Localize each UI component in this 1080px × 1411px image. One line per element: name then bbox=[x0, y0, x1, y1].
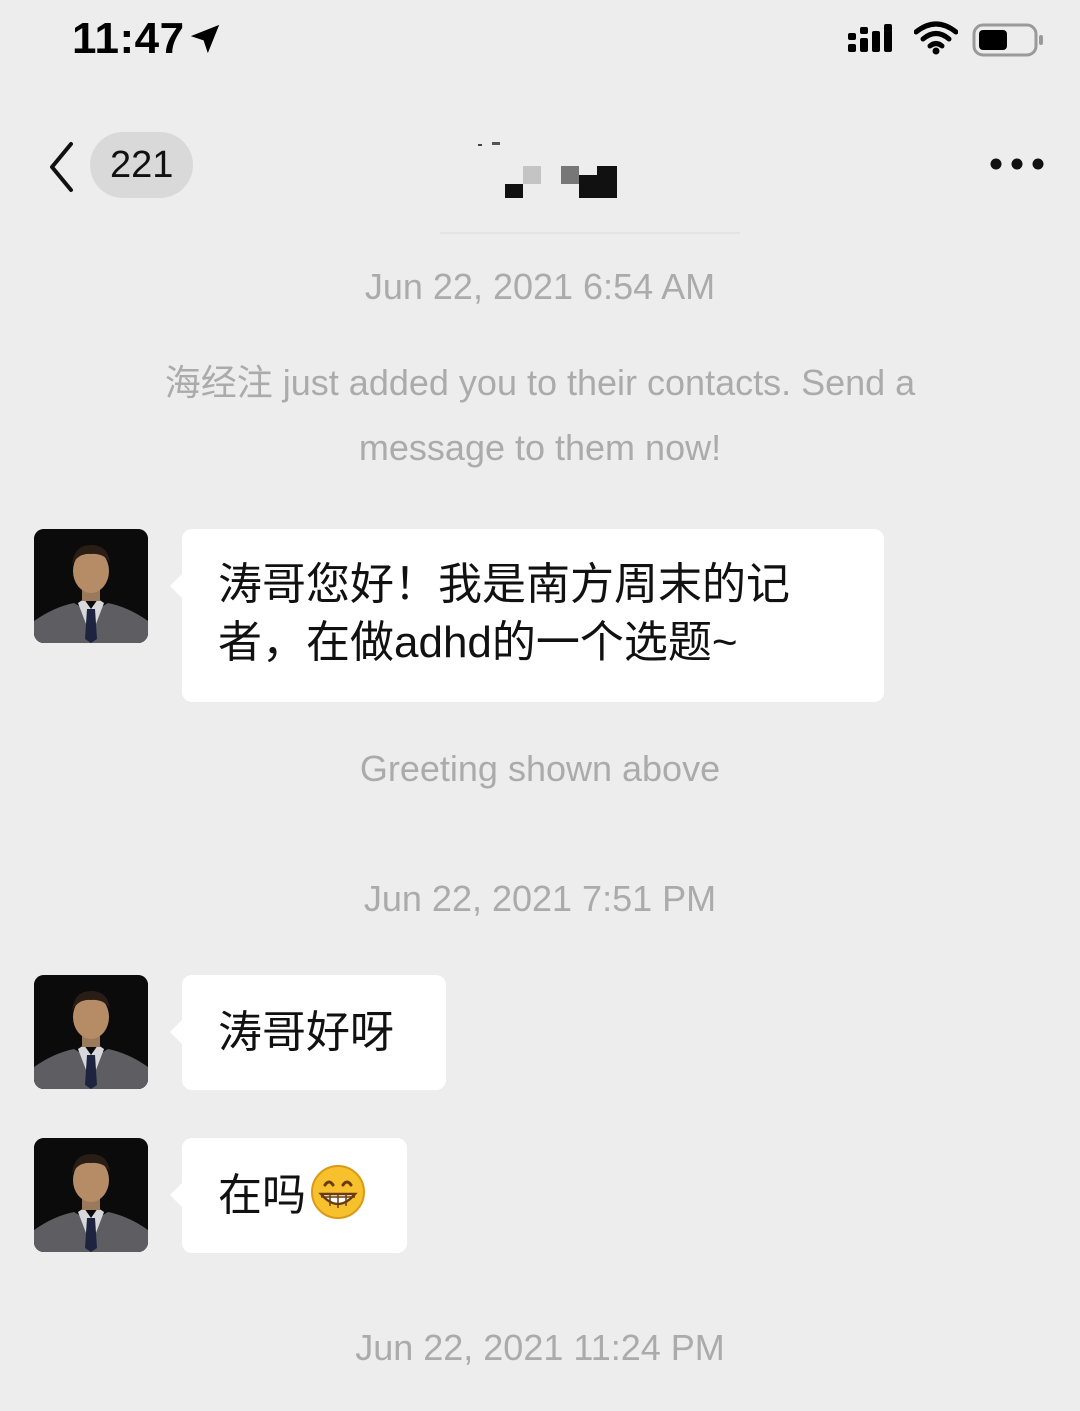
more-dots-icon[interactable] bbox=[984, 144, 1050, 184]
message-bubble[interactable]: 在吗 bbox=[170, 1138, 407, 1253]
status-bar: 11:47 bbox=[0, 0, 1080, 80]
wifi-icon bbox=[914, 21, 958, 55]
timestamp: Jun 22, 2021 7:51 PM bbox=[363, 878, 717, 919]
avatar-portrait bbox=[34, 975, 148, 1089]
cellular-signal-icon bbox=[848, 24, 892, 52]
system-note: 海经注 just added you to their contacts. Se… bbox=[164, 362, 916, 468]
avatar-portrait bbox=[34, 529, 148, 643]
message-text: 涛哥您好！我是南方周末的记者，在做adhd的一个选题~ bbox=[218, 560, 790, 667]
avatar[interactable] bbox=[34, 975, 148, 1089]
location-arrow-icon bbox=[190, 24, 220, 54]
avatar-portrait bbox=[34, 1138, 148, 1252]
back-button[interactable]: 221 bbox=[38, 132, 208, 202]
message-text: 在吗 bbox=[218, 1171, 306, 1220]
grinning-face-emoji-icon bbox=[311, 1165, 365, 1219]
battery-icon bbox=[972, 23, 1043, 57]
avatar[interactable] bbox=[34, 529, 148, 643]
chevron-left-icon bbox=[50, 142, 73, 192]
unread-count-badge: 221 bbox=[90, 132, 194, 198]
status-time: 11:47 bbox=[72, 14, 185, 63]
timestamp: Jun 22, 2021 11:24 PM bbox=[355, 1327, 725, 1368]
message-bubble[interactable]: 涛哥您好！我是南方周末的记者，在做adhd的一个选题~ bbox=[170, 529, 884, 702]
header-divider bbox=[440, 232, 740, 234]
avatar[interactable] bbox=[34, 1138, 148, 1252]
timestamp: Jun 22, 2021 6:54 AM bbox=[364, 266, 716, 307]
message-bubble[interactable]: 涛哥好呀 bbox=[170, 975, 446, 1090]
chat-header: 221 bbox=[0, 110, 1080, 220]
redacted-contact-name bbox=[478, 142, 617, 198]
message-text: 涛哥好呀 bbox=[218, 1008, 394, 1057]
greeting-note: Greeting shown above bbox=[359, 748, 721, 789]
